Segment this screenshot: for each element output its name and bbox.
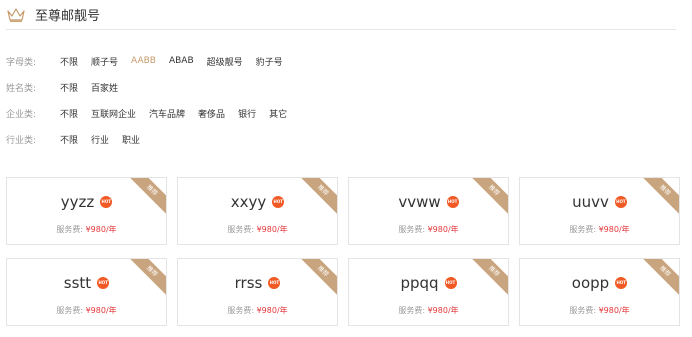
number-card[interactable]: uuvv HOT 服务费: ¥980/年 推荐 [519,177,680,245]
number-grid: yyzz HOT 服务费: ¥980/年 推荐 xxyy HOT 服务费: ¥980/年 推荐… [6,177,681,326]
fee-label: 服务费: [569,225,599,234]
fee-label: 服务费: [398,306,428,315]
hot-badge-icon: HOT [444,277,457,289]
filter-option[interactable]: AABB [131,56,156,66]
service-fee: 服务费: ¥980/年 [178,224,337,235]
card-name-row: rrss HOT [178,273,337,293]
filter-option[interactable]: 超级靓号 [207,55,243,68]
filter-label: 企业类: [6,109,37,120]
filter-option[interactable]: 互联网企业 [91,107,136,120]
fee-label: 服务费: [56,225,86,234]
filter-option[interactable]: 奢侈品 [198,107,225,120]
filter-row: 字母类: 不限 顺子号 AABB ABAB 超级靓号 豹子号 [6,48,300,74]
hot-badge-icon: HOT [100,196,113,208]
number-card[interactable]: vvww HOT 服务费: ¥980/年 推荐 [348,177,509,245]
fee-label: 服务费: [56,306,86,315]
filter-option[interactable]: 汽车品牌 [149,107,185,120]
fee-label: 服务费: [227,306,257,315]
filter-row: 行业类: 不限 行业 职业 [6,126,300,152]
page-title: 至尊邮靓号 [35,9,101,24]
card-name-row: uuvv HOT [520,192,679,212]
fee-amount: ¥980/年 [427,225,459,234]
service-fee: 服务费: ¥980/年 [7,305,166,316]
hot-badge-icon: HOT [272,196,285,208]
handle-name: yyzz [60,193,95,211]
fee-amount: ¥980/年 [256,306,288,315]
section-header: 至尊邮靓号 [6,0,676,30]
filter-row: 姓名类: 不限 百家姓 [6,74,300,100]
filter-option[interactable]: ABAB [169,56,194,66]
filter-option[interactable]: 职业 [122,133,140,146]
crown-icon [7,7,25,22]
card-name-row: ppqq HOT [349,273,508,293]
fee-amount: ¥980/年 [598,306,630,315]
handle-name: uuvv [572,193,609,211]
number-card[interactable]: sstt HOT 服务费: ¥980/年 推荐 [6,258,167,326]
card-name-row: xxyy HOT [178,192,337,212]
filter-option[interactable]: 百家姓 [91,81,118,94]
filter-option[interactable]: 不限 [60,133,78,146]
handle-name: sstt [63,274,92,292]
filter-option[interactable]: 其它 [269,107,287,120]
hot-badge-icon: HOT [446,196,459,208]
number-card[interactable]: yyzz HOT 服务费: ¥980/年 推荐 [6,177,167,245]
hot-badge-icon: HOT [268,277,281,289]
handle-name: oopp [571,274,610,292]
service-fee: 服务费: ¥980/年 [349,224,508,235]
handle-name: rrss [234,274,263,292]
fee-label: 服务费: [569,306,599,315]
fee-label: 服务费: [227,225,257,234]
filter-option[interactable]: 顺子号 [91,55,118,68]
number-card[interactable]: oopp HOT 服务费: ¥980/年 推荐 [519,258,680,326]
service-fee: 服务费: ¥980/年 [520,224,679,235]
card-name-row: sstt HOT [7,273,166,293]
filter-option[interactable]: 豹子号 [256,55,283,68]
filter-option[interactable]: 行业 [91,133,109,146]
number-card[interactable]: rrss HOT 服务费: ¥980/年 推荐 [177,258,338,326]
fee-label: 服务费: [398,225,428,234]
filter-option[interactable]: 不限 [60,81,78,94]
filter-label: 行业类: [6,135,37,146]
hot-badge-icon: HOT [97,277,110,289]
service-fee: 服务费: ¥980/年 [178,305,337,316]
service-fee: 服务费: ¥980/年 [349,305,508,316]
fee-amount: ¥980/年 [427,306,459,315]
fee-amount: ¥980/年 [598,225,630,234]
filter-option[interactable]: 不限 [60,107,78,120]
fee-amount: ¥980/年 [256,225,288,234]
card-name-row: oopp HOT [520,273,679,293]
card-name-row: vvww HOT [349,192,508,212]
service-fee: 服务费: ¥980/年 [520,305,679,316]
fee-amount: ¥980/年 [85,225,117,234]
filter-row: 企业类: 不限 互联网企业 汽车品牌 奢侈品 银行 其它 [6,100,300,126]
filter-panel: 字母类: 不限 顺子号 AABB ABAB 超级靓号 豹子号 姓名类: 不限 百家姓 企业类: 不限互… [6,48,300,152]
filter-label: 姓名类: [6,83,37,94]
filter-option[interactable]: 不限 [60,55,78,68]
number-card[interactable]: ppqq HOT 服务费: ¥980/年 推荐 [348,258,509,326]
hot-badge-icon: HOT [614,196,627,208]
number-card[interactable]: xxyy HOT 服务费: ¥980/年 推荐 [177,177,338,245]
fee-amount: ¥980/年 [85,306,117,315]
handle-name: ppqq [400,274,439,292]
handle-name: vvww [398,193,441,211]
service-fee: 服务费: ¥980/年 [7,224,166,235]
filter-option[interactable]: 银行 [238,107,256,120]
hot-badge-icon: HOT [615,277,628,289]
card-name-row: yyzz HOT [7,192,166,212]
handle-name: xxyy [230,193,267,211]
filter-label: 字母类: [6,57,37,68]
